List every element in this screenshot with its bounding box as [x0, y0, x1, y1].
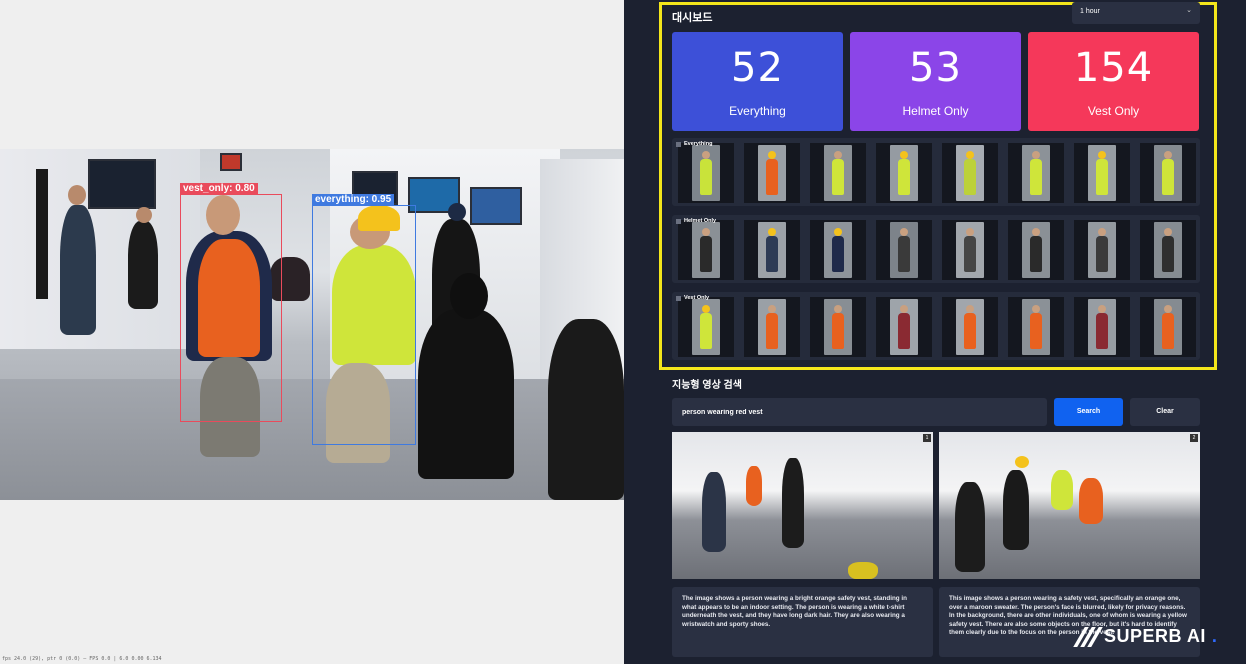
detection-box: everything: 0.95 — [312, 194, 416, 445]
detection-box: vest_only: 0.80 — [180, 183, 282, 422]
stat-label: Vest Only — [1087, 104, 1140, 118]
detection-thumbnail[interactable] — [810, 220, 866, 280]
stat-card-helmet-only[interactable]: 53 Helmet Only — [850, 32, 1021, 131]
search-button[interactable]: Search — [1054, 398, 1123, 426]
person-head — [450, 273, 488, 319]
stat-value: 154 — [1073, 45, 1154, 91]
superb-ai-logo-icon — [1073, 626, 1103, 647]
checkbox-icon[interactable] — [676, 218, 681, 224]
dashboard-panel: 대시보드 1 hour ⌄ 52 Everything 53 Helmet On… — [624, 0, 1246, 664]
detection-thumbnail[interactable] — [1074, 297, 1130, 357]
clear-button[interactable]: Clear — [1130, 398, 1200, 426]
stat-card-vest-only[interactable]: 154 Vest Only — [1028, 32, 1199, 131]
detection-label: vest_only: 0.80 — [180, 183, 258, 195]
detection-thumbnail[interactable] — [1140, 143, 1196, 203]
person — [1003, 470, 1029, 550]
detection-thumbnail[interactable] — [810, 143, 866, 203]
person — [128, 221, 158, 309]
thumbnail-row-vest-only: Vest Only — [672, 292, 1200, 360]
time-range-value: 1 hour — [1080, 8, 1100, 15]
display-screen — [470, 187, 522, 225]
person — [782, 458, 804, 548]
row-label: Vest Only — [676, 295, 709, 301]
result-index-badge: 2 — [1190, 434, 1198, 442]
detection-thumbnail[interactable] — [744, 220, 800, 280]
person — [548, 319, 624, 500]
person-head — [68, 185, 86, 205]
result-index-badge: 1 — [923, 434, 931, 442]
status-line: fps 24.0 (29), ptr 0 (0.0) — FPS 0.0 | 6… — [2, 656, 162, 662]
person — [418, 309, 514, 479]
row-label: Everything — [676, 141, 712, 147]
person — [955, 482, 985, 572]
detection-label: everything: 0.95 — [312, 194, 395, 206]
search-result-image[interactable]: 2 — [939, 432, 1200, 579]
detection-thumbnail[interactable] — [876, 297, 932, 357]
detection-thumbnail[interactable] — [942, 220, 998, 280]
checkbox-icon[interactable] — [676, 141, 681, 147]
detection-thumbnail[interactable] — [1008, 143, 1064, 203]
detection-thumbnail[interactable] — [678, 143, 734, 203]
row-label-text: Helmet Only — [684, 218, 717, 224]
detection-thumbnail[interactable] — [1008, 220, 1064, 280]
person — [702, 472, 726, 552]
row-label: Helmet Only — [676, 218, 716, 224]
stat-value: 52 — [731, 45, 784, 91]
brand-dot: . — [1211, 626, 1218, 646]
yellow-vest — [1051, 470, 1073, 510]
search-section-title: 지능형 영상 검색 — [672, 380, 742, 391]
chevron-down-icon: ⌄ — [1186, 7, 1192, 14]
thumbnail-row-helmet-only: Helmet Only — [672, 215, 1200, 283]
person — [60, 205, 96, 335]
detection-thumbnail[interactable] — [942, 143, 998, 203]
row-label-text: Everything — [684, 141, 713, 147]
detection-thumbnail[interactable] — [876, 143, 932, 203]
detection-thumbnail[interactable] — [744, 297, 800, 357]
brand-name: SUPERB AI — [1104, 626, 1206, 646]
person-head — [448, 203, 466, 221]
checkbox-icon[interactable] — [676, 295, 681, 301]
detection-thumbnail[interactable] — [876, 220, 932, 280]
camera-feed[interactable]: vest_only: 0.80 everything: 0.95 — [0, 149, 624, 500]
brand-logo: SUPERB AI. — [1073, 626, 1218, 647]
search-result-image[interactable]: 1 — [672, 432, 933, 579]
stat-label: Everything — [729, 104, 786, 118]
detection-thumbnail[interactable] — [1140, 297, 1196, 357]
display-screen — [88, 159, 156, 209]
video-panel: vest_only: 0.80 everything: 0.95 fps 24.… — [0, 0, 624, 664]
detection-thumbnail[interactable] — [1074, 143, 1130, 203]
detection-thumbnail[interactable] — [942, 297, 998, 357]
search-input[interactable] — [672, 398, 1047, 426]
detection-thumbnail[interactable] — [1074, 220, 1130, 280]
thumbnail-row-everything: Everything — [672, 138, 1200, 206]
detection-thumbnail[interactable] — [1140, 220, 1196, 280]
yellow-helmet — [1015, 456, 1029, 468]
dashboard-title: 대시보드 — [672, 12, 713, 24]
result-description: The image shows a person wearing a brigh… — [672, 587, 933, 657]
detection-thumbnail[interactable] — [744, 143, 800, 203]
stat-value: 53 — [909, 45, 962, 91]
stat-card-everything[interactable]: 52 Everything — [672, 32, 843, 131]
person-head — [136, 207, 152, 223]
detection-thumbnail[interactable] — [678, 220, 734, 280]
row-label-text: Vest Only — [684, 295, 710, 301]
orange-vest — [1079, 478, 1103, 524]
time-range-select[interactable]: 1 hour ⌄ — [1072, 2, 1200, 24]
orange-vest — [746, 466, 762, 506]
red-sign — [220, 153, 242, 171]
speaker — [36, 169, 48, 299]
stat-label: Helmet Only — [902, 104, 969, 118]
detection-thumbnail[interactable] — [1008, 297, 1064, 357]
detection-thumbnail[interactable] — [810, 297, 866, 357]
yellow-helmet — [848, 562, 878, 579]
detection-thumbnail[interactable] — [678, 297, 734, 357]
